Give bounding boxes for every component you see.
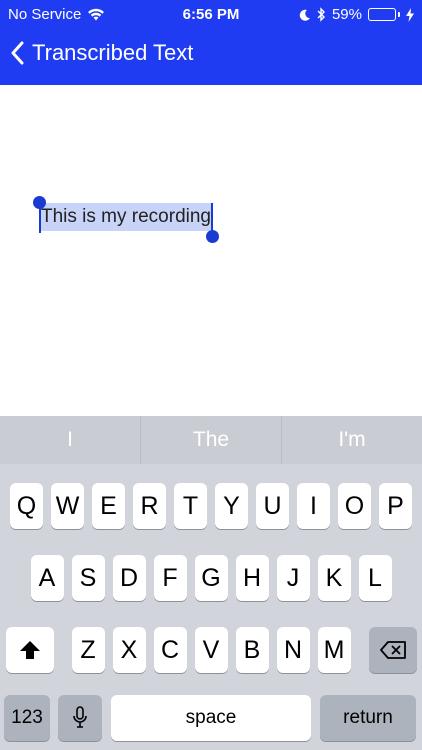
key-u[interactable]: U [256,483,289,529]
selection-end-handle[interactable] [206,230,219,243]
nav-bar: Transcribed Text [0,30,422,85]
backspace-icon [379,641,406,659]
back-button[interactable]: Transcribed Text [10,40,193,66]
keyboard: I The I'm Q W E R T Y U I O P A S D F G … [0,416,422,750]
dictation-key[interactable] [58,695,102,741]
suggestion-3[interactable]: I'm [282,416,422,464]
key-f[interactable]: F [153,555,187,601]
moon-icon [299,9,310,21]
space-key[interactable]: space [111,695,311,741]
header: No Service 6:56 PM 59% Transcribed Text [0,0,422,85]
key-n[interactable]: N [276,627,310,673]
selection-end-caret [211,203,213,230]
key-b[interactable]: B [235,627,269,673]
key-i[interactable]: I [297,483,330,529]
key-z[interactable]: Z [71,627,105,673]
key-l[interactable]: L [358,555,392,601]
key-y[interactable]: Y [215,483,248,529]
key-d[interactable]: D [112,555,146,601]
key-row-1: Q W E R T Y U I O P [0,483,422,529]
shift-key[interactable] [5,627,54,673]
key-row-3: Z X C V B N M [0,627,422,673]
backspace-key[interactable] [368,627,417,673]
battery-percent: 59% [331,6,362,23]
text-editor[interactable]: This is my recording [33,196,219,243]
key-w[interactable]: W [51,483,84,529]
text-area[interactable]: This is my recording [0,85,422,416]
battery-icon [368,8,400,21]
key-a[interactable]: A [30,555,64,601]
bluetooth-icon [317,7,325,22]
key-t[interactable]: T [174,483,207,529]
key-o[interactable]: O [338,483,371,529]
key-h[interactable]: H [235,555,269,601]
key-k[interactable]: K [317,555,351,601]
microphone-icon [73,706,87,728]
key-v[interactable]: V [194,627,228,673]
suggestion-1[interactable]: I [0,416,141,464]
page-title: Transcribed Text [32,40,194,65]
key-g[interactable]: G [194,555,228,601]
status-right: 59% [299,6,414,23]
selection-start-caret [39,206,41,233]
key-row-4: 123 space return [0,695,422,741]
key-row-2: A S D F G H J K L [0,555,422,601]
key-m[interactable]: M [317,627,351,673]
key-e[interactable]: E [92,483,125,529]
key-q[interactable]: Q [10,483,43,529]
key-r[interactable]: R [133,483,166,529]
suggestion-2[interactable]: The [141,416,282,464]
selection-start-handle[interactable] [33,196,46,209]
key-p[interactable]: P [379,483,412,529]
bolt-icon [406,7,414,22]
numbers-key[interactable]: 123 [4,695,50,741]
suggestion-bar: I The I'm [0,416,422,464]
key-x[interactable]: X [112,627,146,673]
return-key[interactable]: return [320,695,416,741]
status-bar: No Service 6:56 PM 59% [0,0,422,30]
key-j[interactable]: J [276,555,310,601]
selected-text[interactable]: This is my recording [40,203,212,231]
chevron-left-icon [11,41,24,65]
key-c[interactable]: C [153,627,187,673]
shift-arrow-icon [19,641,40,659]
key-s[interactable]: S [71,555,105,601]
